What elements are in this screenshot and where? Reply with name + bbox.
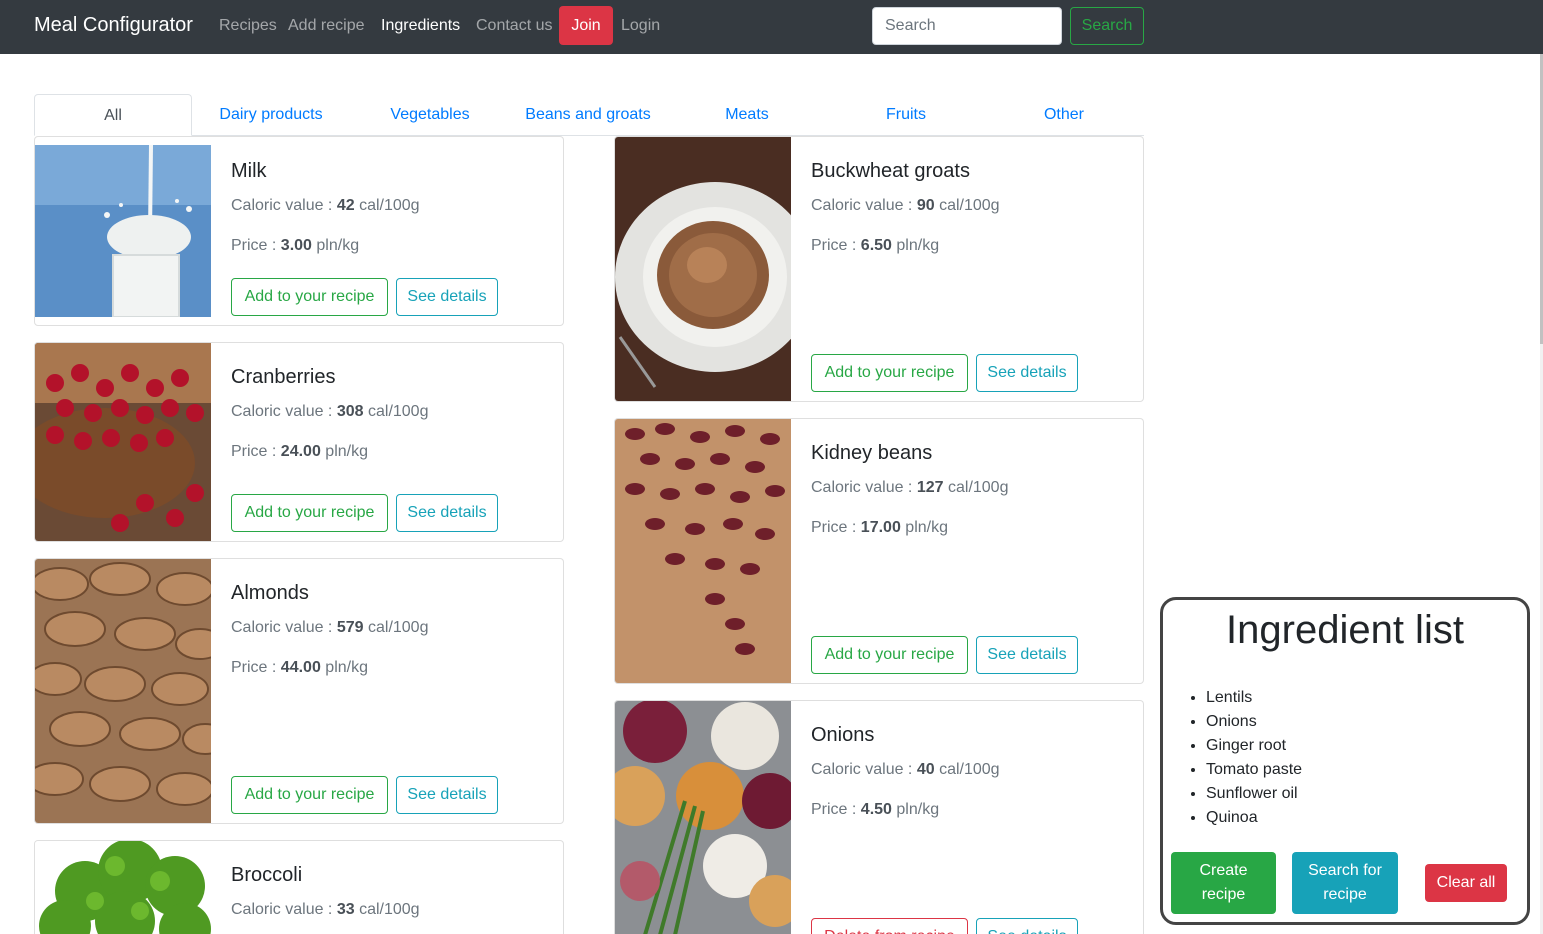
broccoli-image (35, 841, 211, 934)
search-recipe-label-2: recipe (1323, 886, 1367, 903)
create-recipe-label-2: recipe (1201, 886, 1246, 903)
nav-add-recipe[interactable]: Add recipe (288, 17, 365, 35)
see-details-button[interactable]: See details (976, 918, 1078, 934)
cranberries-image (35, 343, 211, 541)
brand-link[interactable]: Meal Configurator (34, 14, 193, 37)
card-title: Onions (811, 724, 875, 746)
list-item: Tomato paste (1206, 758, 1302, 782)
add-to-recipe-button[interactable]: Add to your recipe (811, 354, 968, 392)
price: Price : 17.00 pln/kg (811, 519, 948, 536)
nav-ingredients[interactable]: Ingredients (381, 17, 460, 35)
add-to-recipe-button[interactable]: Add to your recipe (231, 494, 388, 532)
ingredient-list: Lentils Onions Ginger root Tomato paste … (1206, 686, 1302, 830)
see-details-button[interactable]: See details (396, 494, 498, 532)
list-item: Sunflower oil (1206, 782, 1302, 806)
navbar: Meal Configurator Recipes Add recipe Ing… (0, 0, 1543, 54)
card-title: Broccoli (231, 864, 303, 886)
see-details-button[interactable]: See details (976, 636, 1078, 674)
caloric-value: Caloric value : 40 cal/100g (811, 761, 1000, 778)
nav-recipes[interactable]: Recipes (219, 17, 277, 35)
caloric-value: Caloric value : 33 cal/100g (231, 901, 420, 918)
price: Price : 6.50 pln/kg (811, 237, 940, 254)
clear-all-button[interactable]: Clear all (1425, 864, 1507, 902)
ingredient-card-milk: Milk Caloric value : 42 cal/100g Price :… (34, 136, 564, 326)
ingredient-card-buckwheat-groats: Buckwheat groats Caloric value : 90 cal/… (614, 136, 1144, 402)
tab-other[interactable]: Other (985, 94, 1143, 136)
card-title: Buckwheat groats (811, 160, 970, 182)
card-title: Milk (231, 160, 267, 182)
add-to-recipe-button[interactable]: Add to your recipe (231, 278, 388, 316)
caloric-value: Caloric value : 90 cal/100g (811, 197, 1000, 214)
tab-all[interactable]: All (34, 94, 192, 136)
tab-fruits[interactable]: Fruits (827, 94, 985, 136)
search-recipe-label-1: Search for (1308, 862, 1382, 879)
tab-vegetables[interactable]: Vegetables (351, 94, 509, 136)
search-for-recipe-button[interactable]: Search for recipe (1292, 852, 1398, 914)
caloric-value: Caloric value : 308 cal/100g (231, 403, 429, 420)
caloric-value: Caloric value : 127 cal/100g (811, 479, 1009, 496)
ingredient-list-title: Ingredient list (1226, 608, 1464, 652)
see-details-button[interactable]: See details (396, 278, 498, 316)
kidney-beans-image (615, 419, 791, 683)
price: Price : 24.00 pln/kg (231, 443, 368, 460)
ingredient-card-kidney-beans: Kidney beans Caloric value : 127 cal/100… (614, 418, 1144, 684)
list-item: Ginger root (1206, 734, 1302, 758)
onions-image (615, 701, 791, 934)
ingredient-card-cranberries: Cranberries Caloric value : 308 cal/100g… (34, 342, 564, 542)
search-input[interactable] (872, 7, 1062, 45)
ingredient-list-panel: Ingredient list Lentils Onions Ginger ro… (1160, 597, 1530, 925)
nav-login[interactable]: Login (621, 17, 660, 35)
almonds-image (35, 559, 211, 823)
card-title: Cranberries (231, 366, 336, 388)
card-title: Kidney beans (811, 442, 933, 464)
ingredient-card-almonds: Almonds Caloric value : 579 cal/100g Pri… (34, 558, 564, 824)
search-button[interactable]: Search (1070, 7, 1144, 45)
nav-contact-us[interactable]: Contact us (476, 17, 552, 35)
price: Price : 44.00 pln/kg (231, 659, 368, 676)
list-item: Quinoa (1206, 806, 1302, 830)
price: Price : 3.00 pln/kg (231, 237, 360, 254)
ingredient-card-broccoli: Broccoli Caloric value : 33 cal/100g (34, 840, 564, 934)
list-item: Lentils (1206, 686, 1302, 710)
tab-meats[interactable]: Meats (668, 94, 826, 136)
tab-dairy-products[interactable]: Dairy products (192, 94, 350, 136)
caloric-value: Caloric value : 42 cal/100g (231, 197, 420, 214)
join-button[interactable]: Join (559, 6, 613, 45)
caloric-value: Caloric value : 579 cal/100g (231, 619, 429, 636)
create-recipe-button[interactable]: Create recipe (1171, 852, 1276, 914)
delete-from-recipe-button[interactable]: Delete from recipe (811, 918, 968, 934)
add-to-recipe-button[interactable]: Add to your recipe (231, 776, 388, 814)
milk-image (35, 145, 211, 317)
buckwheat-image (615, 137, 791, 401)
card-title: Almonds (231, 582, 309, 604)
create-recipe-label-1: Create (1199, 862, 1248, 879)
see-details-button[interactable]: See details (976, 354, 1078, 392)
ingredient-card-onions: Onions Caloric value : 40 cal/100g Price… (614, 700, 1144, 934)
price: Price : 4.50 pln/kg (811, 801, 940, 818)
add-to-recipe-button[interactable]: Add to your recipe (811, 636, 968, 674)
see-details-button[interactable]: See details (396, 776, 498, 814)
list-item: Onions (1206, 710, 1302, 734)
tab-beans-and-groats[interactable]: Beans and groats (509, 94, 667, 136)
